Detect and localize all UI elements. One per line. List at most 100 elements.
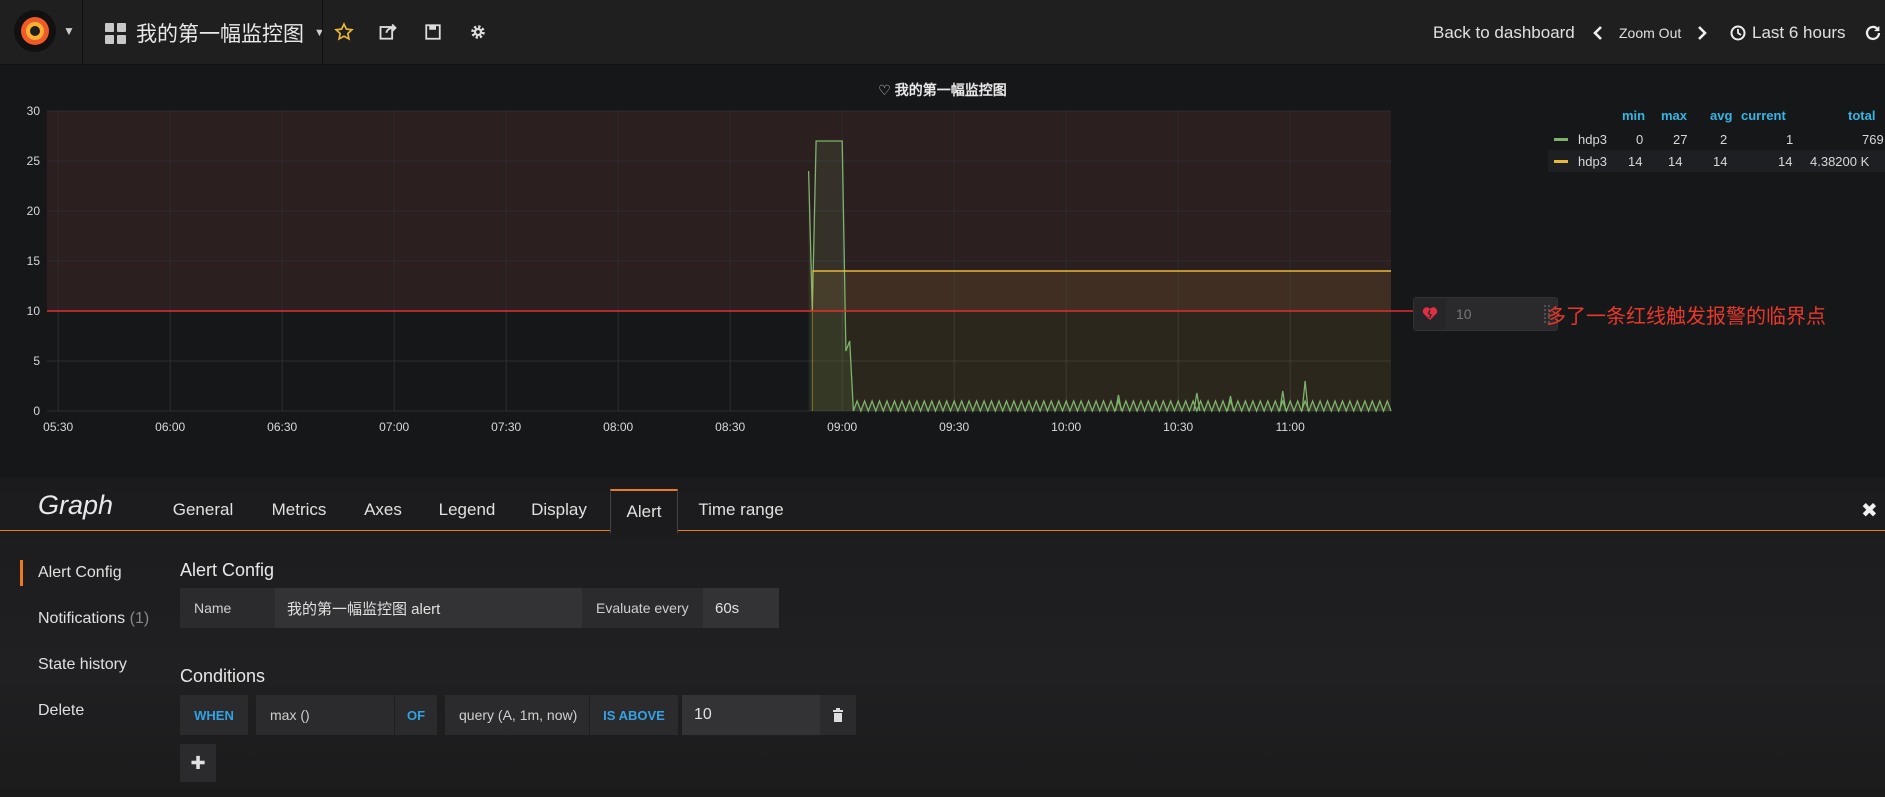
y-tick-label: 0 [33,404,40,418]
refresh-icon [1865,25,1881,41]
x-tick-label: 10:30 [1163,420,1193,434]
back-to-dashboard-label: Back to dashboard [1433,23,1575,42]
zoom-back-button[interactable] [1592,20,1604,46]
zoom-out-button[interactable]: Zoom Out [1619,20,1681,46]
evaluate-every-label: Evaluate every [582,588,712,628]
clock-icon [1730,25,1746,41]
tab-display[interactable]: Display [518,490,600,530]
panel-title[interactable]: ♡ 我的第一幅监控图 [0,80,1885,100]
y-tick-label: 30 [27,104,41,118]
zoom-forward-button[interactable] [1696,20,1708,46]
heart-icon: ♡ [878,82,891,98]
delete-condition-button[interactable] [820,695,856,735]
condition-when-keyword: WHEN [180,695,248,735]
settings-button[interactable] [466,20,490,44]
alert-name-input[interactable]: 我的第一幅监控图 alert [275,588,589,628]
threshold-value[interactable]: 10 [1456,306,1472,322]
close-editor-button[interactable]: ✖ [1861,498,1878,523]
legend-avg: 14 [1713,154,1728,169]
x-tick-label: 11:00 [1276,420,1305,434]
legend-min: 0 [1636,132,1644,147]
editor-title: Graph [38,490,114,520]
condition-query-selector[interactable]: query (A, 1m, now) [445,695,589,735]
legend-avg: 2 [1720,132,1728,147]
plus-icon: ✚ [190,752,206,773]
time-picker-button[interactable]: Last 6 hours [1730,20,1846,46]
y-tick-label: 20 [27,204,41,218]
side-item-alert-config[interactable]: Alert Config [38,564,122,582]
save-icon [425,24,441,40]
chevron-left-icon [1593,26,1602,40]
nav-divider [322,0,323,64]
side-item-notifications[interactable]: Notifications (1) [38,610,149,628]
tab-legend[interactable]: Legend [426,490,508,530]
dashboard-picker[interactable]: 我的第一幅监控图 ▼ [105,18,325,48]
legend-col-total[interactable]: total [1848,108,1875,123]
notifications-count: (1) [129,610,150,627]
grafana-logo-icon[interactable] [14,10,56,52]
caret-down-icon[interactable]: ▼ [63,24,75,38]
legend-col-avg[interactable]: avg [1710,108,1732,123]
legend-swatch[interactable] [1554,138,1568,141]
side-item-notifications-label: Notifications [38,610,126,627]
x-tick-label: 06:30 [267,420,297,434]
refresh-button[interactable] [1864,20,1882,46]
legend-row[interactable]: hdp3 14 14 14 14 4.38200 K [1548,150,1885,172]
broken-heart-icon [1414,298,1446,330]
side-active-indicator [20,560,23,586]
side-item-state-history[interactable]: State history [38,656,127,674]
graph-svg: 30 25 20 15 10 5 005:30 06:00 06:30 07:00 07:30 08:… [27,104,1413,434]
legend-total: 769 [1862,132,1884,147]
legend-series-name[interactable]: hdp3 [1578,154,1607,169]
chevron-right-icon [1698,26,1707,40]
y-tick-label: 10 [27,304,41,318]
legend-col-current[interactable]: current [1741,108,1786,123]
star-button[interactable] [332,20,356,44]
legend-row[interactable]: hdp3 0 27 2 1 769 [1548,128,1885,150]
share-icon [379,23,397,40]
top-navbar: ▼ 我的第一幅监控图 ▼ Back to dashboard Zoom Out … [0,0,1885,65]
dashboard-grid-icon [105,22,126,44]
conditions-title: Conditions [180,666,266,686]
y-tick-label: 15 [27,254,41,268]
alert-threshold-handle[interactable]: 10 [1413,297,1558,331]
legend-current: 1 [1786,132,1794,147]
legend-total: 4.38200 K [1810,154,1870,169]
nav-divider [82,0,83,64]
alert-config-title: Alert Config [180,560,275,580]
condition-of-keyword: OF [395,695,437,735]
tab-axes[interactable]: Axes [350,490,416,530]
condition-threshold-input[interactable]: 10 [682,695,822,735]
x-tick-label: 07:30 [491,420,521,434]
tab-time-range[interactable]: Time range [686,490,796,530]
legend-min: 14 [1628,154,1643,169]
tab-general[interactable]: General [158,490,248,530]
evaluate-every-input[interactable]: 60s [703,588,779,628]
tab-metrics[interactable]: Metrics [258,490,340,530]
panel-title-text: 我的第一幅监控图 [894,82,1007,98]
legend-swatch[interactable] [1554,160,1568,163]
legend-series-name[interactable]: hdp3 [1578,132,1607,147]
legend-header: min max avg current total [1548,108,1885,128]
share-button[interactable] [376,20,400,44]
add-condition-button[interactable]: ✚ [180,744,216,782]
side-item-delete[interactable]: Delete [38,702,84,720]
x-tick-label: 10:00 [1051,420,1081,434]
name-label: Name [180,588,278,628]
save-button[interactable] [421,20,445,44]
legend-col-min[interactable]: min [1622,108,1645,123]
legend-max: 14 [1668,154,1683,169]
back-to-dashboard-link[interactable]: Back to dashboard [1433,20,1575,46]
x-tick-label: 09:30 [939,420,969,434]
condition-func-selector[interactable]: max () [256,695,394,735]
y-tick-label: 25 [27,154,41,168]
x-tick-label: 05:30 [43,420,73,434]
x-tick-label: 09:00 [827,420,857,434]
graph-chart[interactable]: 30 25 20 15 10 5 0 05:30 06:00 06:30 07:00 07:30 08:… [0,100,1420,445]
legend-max: 27 [1673,132,1688,147]
gear-icon [471,25,485,39]
star-icon [334,22,354,41]
tab-alert[interactable]: Alert [610,489,678,534]
legend-col-max[interactable]: max [1661,108,1687,123]
condition-evaluator-type[interactable]: IS ABOVE [590,695,678,735]
